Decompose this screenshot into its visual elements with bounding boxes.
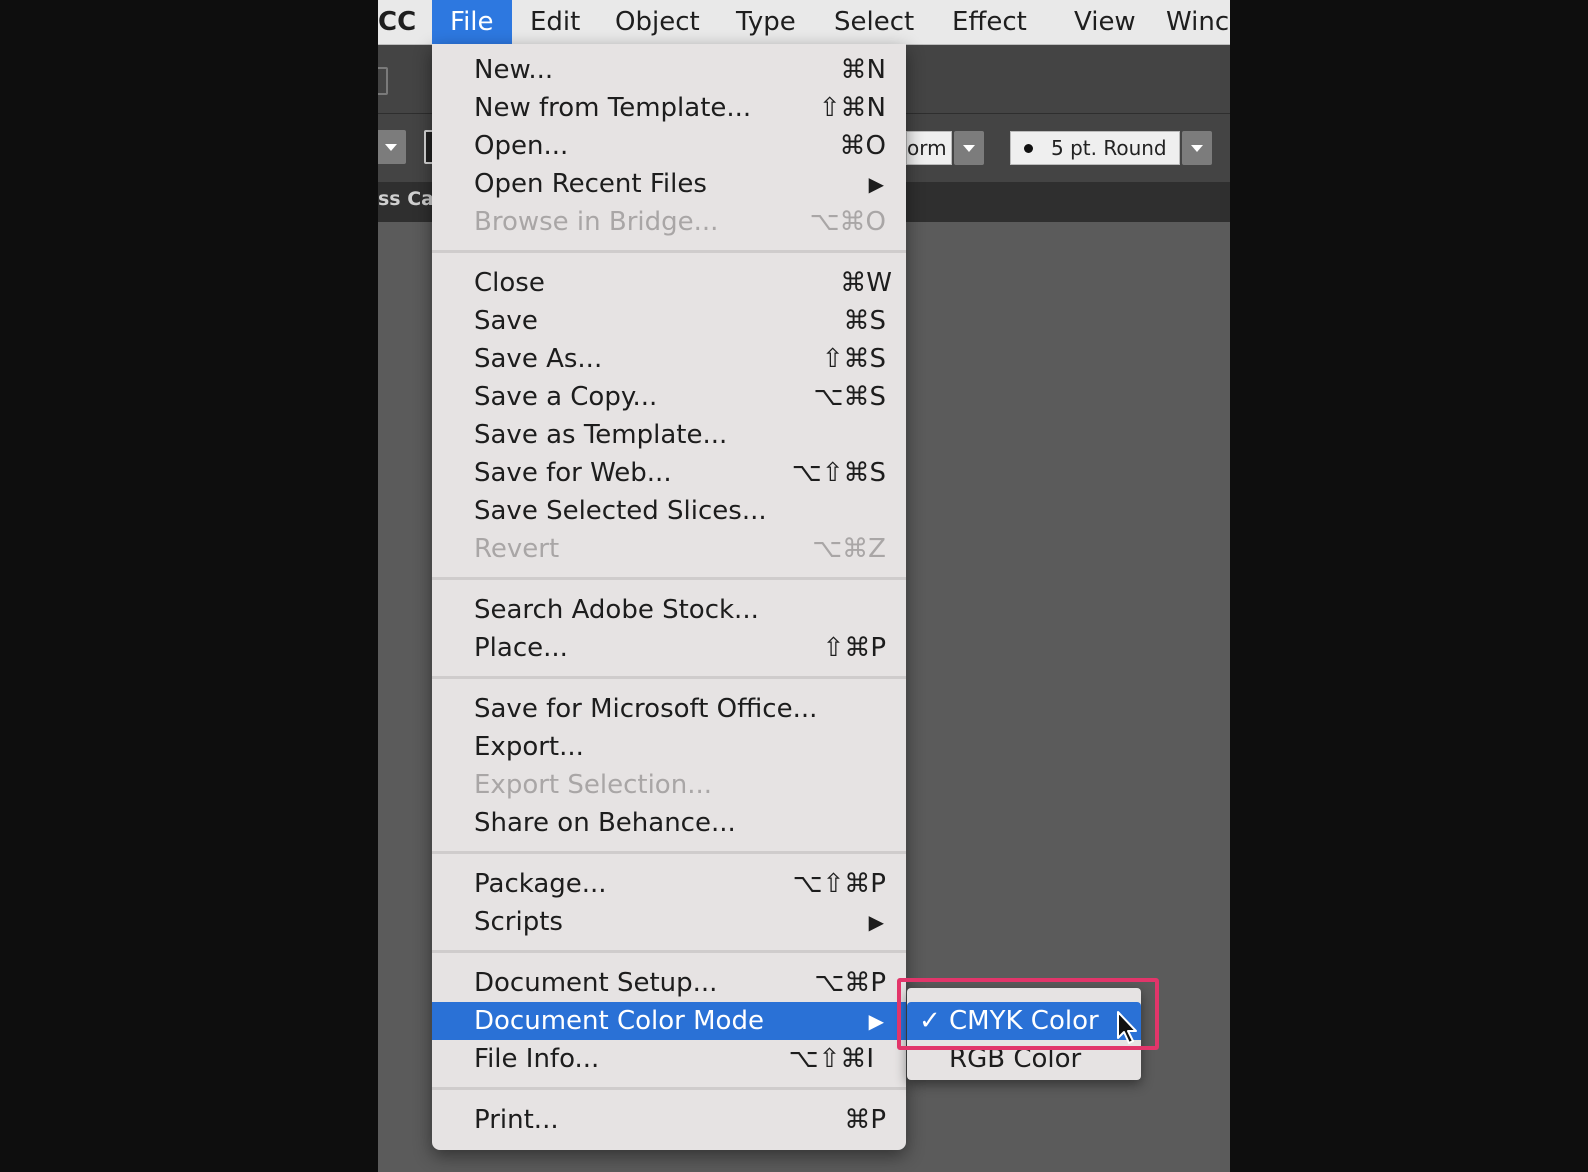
menu-item-label: New from Template... <box>474 93 752 123</box>
menu-item-shortcut: ⌘P <box>844 1105 886 1135</box>
menu-separator <box>432 577 906 580</box>
menu-separator <box>432 950 906 953</box>
menu-item-label: Open... <box>474 131 569 161</box>
menu-item-label: Place... <box>474 633 568 663</box>
menu-item-export-selection: Export Selection... <box>432 766 906 804</box>
menu-item-document-color-mode[interactable]: Document Color Mode ▶ <box>432 1002 906 1040</box>
menu-item-shortcut: ⌘W <box>840 268 892 298</box>
menu-item-label: Save as Template... <box>474 420 728 450</box>
menu-type[interactable]: Type <box>718 0 814 44</box>
menu-item-shortcut: ⌥⌘S <box>813 382 886 412</box>
tool-swatch-icon[interactable] <box>378 67 388 95</box>
menu-item-shortcut: ⌥⌘Z <box>812 534 886 564</box>
menu-item-save-as[interactable]: Save As... ⇧⌘S <box>432 340 906 378</box>
menu-item-print[interactable]: Print... ⌘P <box>432 1101 906 1139</box>
menu-item-label: Scripts <box>474 907 563 937</box>
menu-item-open-recent-files[interactable]: Open Recent Files ▶ <box>432 165 906 203</box>
menu-edit[interactable]: Edit <box>512 0 598 44</box>
menu-item-label: Save a Copy... <box>474 382 658 412</box>
menu-item-shortcut: ⌥⌘O <box>809 207 886 237</box>
menu-item-package[interactable]: Package... ⌥⇧⌘P <box>432 865 906 903</box>
menu-item-shortcut: ⇧⌘S <box>821 344 886 374</box>
menu-item-label: Save Selected Slices... <box>474 496 767 526</box>
illustrator-window: CC File Edit Object Type Select Effect V… <box>378 0 1230 1172</box>
menu-item-shortcut: ⌘N <box>840 55 886 85</box>
menu-separator <box>432 851 906 854</box>
transform-field[interactable]: orm <box>906 131 952 165</box>
menu-item-label: Export... <box>474 732 584 762</box>
menu-select[interactable]: Select <box>816 0 932 44</box>
submenu-arrow-icon: ▶ <box>868 172 884 196</box>
menu-item-export[interactable]: Export... <box>432 728 906 766</box>
menu-app-name[interactable]: CC <box>378 0 434 44</box>
menu-item-save-for-microsoft-office[interactable]: Save for Microsoft Office... <box>432 690 906 728</box>
menu-item-share-on-behance[interactable]: Share on Behance... <box>432 804 906 842</box>
menu-item-label: Print... <box>474 1105 559 1135</box>
brush-dot-icon <box>1024 144 1033 153</box>
transform-dropdown-button[interactable] <box>954 131 984 165</box>
menu-item-label: Save for Microsoft Office... <box>474 694 818 724</box>
menu-item-save-a-copy[interactable]: Save a Copy... ⌥⌘S <box>432 378 906 416</box>
menu-item-label: Browse in Bridge... <box>474 207 719 237</box>
brush-field[interactable]: 5 pt. Round <box>1010 131 1180 165</box>
file-menu: New... ⌘N New from Template... ⇧⌘N Open...… <box>432 44 906 1150</box>
menu-item-document-setup[interactable]: Document Setup... ⌥⌘P <box>432 964 906 1002</box>
menu-file[interactable]: File <box>432 0 512 44</box>
submenu-arrow-icon: ▶ <box>868 1009 884 1033</box>
menu-item-label: Open Recent Files <box>474 169 707 199</box>
menu-effect[interactable]: Effect <box>934 0 1045 44</box>
menu-item-label: Close <box>474 268 545 298</box>
menu-item-new-from-template[interactable]: New from Template... ⇧⌘N <box>432 89 906 127</box>
mouse-pointer-icon <box>1117 1011 1137 1044</box>
menu-item-label: New... <box>474 55 554 85</box>
menu-separator <box>432 676 906 679</box>
menu-item-shortcut: ⌘S <box>843 306 886 336</box>
submenu-arrow-icon: ▶ <box>868 910 884 934</box>
menu-item-shortcut: ⌘O <box>839 131 886 161</box>
menu-item-label: Save for Web... <box>474 458 672 488</box>
menu-item-shortcut: ⇧⌘N <box>818 93 886 123</box>
menu-item-open[interactable]: Open... ⌘O <box>432 127 906 165</box>
menu-item-save-selected-slices[interactable]: Save Selected Slices... <box>432 492 906 530</box>
menu-item-label: Revert <box>474 534 560 564</box>
menu-separator <box>432 250 906 253</box>
menu-item-new[interactable]: New... ⌘N <box>432 51 906 89</box>
menu-window[interactable]: Winc <box>1148 0 1230 44</box>
menu-item-label: Save As... <box>474 344 603 374</box>
menu-item-place[interactable]: Place... ⇧⌘P <box>432 629 906 667</box>
menu-item-file-info[interactable]: File Info... ⌥⇧⌘I <box>432 1040 906 1078</box>
menu-item-label: Share on Behance... <box>474 808 736 838</box>
menu-bar: CC File Edit Object Type Select Effect V… <box>378 0 1230 45</box>
brush-dropdown-button[interactable] <box>1182 131 1212 165</box>
menu-item-search-adobe-stock[interactable]: Search Adobe Stock... <box>432 591 906 629</box>
menu-item-shortcut: ⌥⇧⌘I <box>788 1044 874 1074</box>
menu-separator <box>432 1087 906 1090</box>
brush-label: 5 pt. Round <box>1051 136 1167 160</box>
menu-item-shortcut: ⇧⌘P <box>822 633 886 663</box>
menu-item-close[interactable]: Close ⌘W <box>432 264 906 302</box>
menu-item-scripts[interactable]: Scripts ▶ <box>432 903 906 941</box>
menu-item-browse-in-bridge: Browse in Bridge... ⌥⌘O <box>432 203 906 241</box>
menu-item-save-for-web[interactable]: Save for Web... ⌥⇧⌘S <box>432 454 906 492</box>
menu-object[interactable]: Object <box>597 0 718 44</box>
menu-item-label: Search Adobe Stock... <box>474 595 759 625</box>
menu-item-label: Save <box>474 306 538 336</box>
menu-item-revert: Revert ⌥⌘Z <box>432 530 906 568</box>
menu-item-shortcut: ⌥⇧⌘P <box>792 869 886 899</box>
fill-dropdown-button[interactable] <box>378 130 406 164</box>
menu-item-label: Package... <box>474 869 607 899</box>
document-tab[interactable]: ss Ca <box>378 188 434 210</box>
menu-item-label: Document Color Mode <box>474 1006 764 1036</box>
menu-item-save[interactable]: Save ⌘S <box>432 302 906 340</box>
menu-item-label: Export Selection... <box>474 770 712 800</box>
menu-item-shortcut: ⌥⌘P <box>814 968 886 998</box>
menu-item-label: Document Setup... <box>474 968 718 998</box>
menu-item-save-as-template[interactable]: Save as Template... <box>432 416 906 454</box>
menu-item-label: File Info... <box>474 1044 600 1074</box>
menu-item-shortcut: ⌥⇧⌘S <box>791 458 886 488</box>
menu-view[interactable]: View <box>1056 0 1154 44</box>
